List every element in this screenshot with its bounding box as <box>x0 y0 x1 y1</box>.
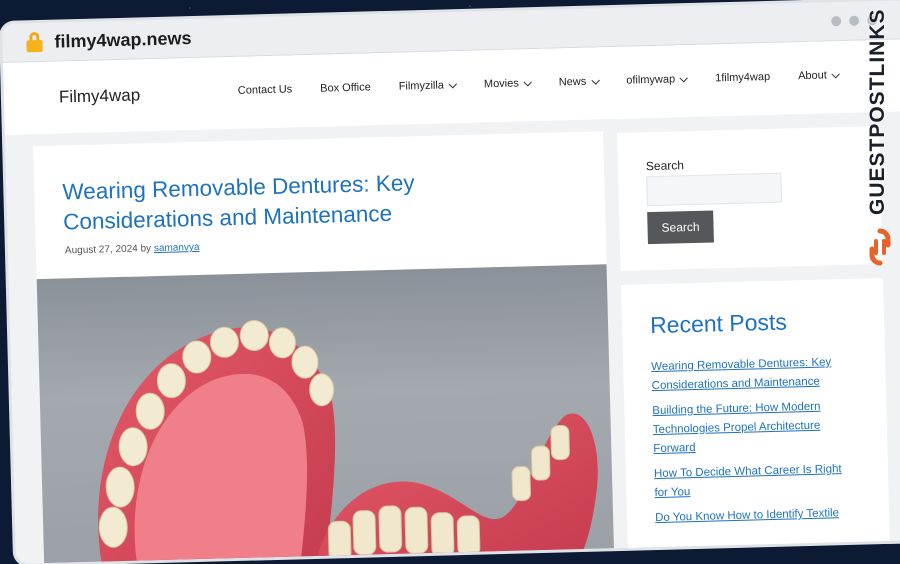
recent-post-link[interactable]: Wearing Removable Dentures: Key Consider… <box>651 356 831 392</box>
post-date: August 27, 2024 <box>64 243 138 257</box>
chevron-down-icon <box>523 77 532 86</box>
search-label: Search <box>645 158 685 174</box>
nav-movies[interactable]: Movies <box>470 77 545 91</box>
nav-label: About <box>797 69 828 83</box>
nav-contact-us[interactable]: Contact Us <box>224 83 307 97</box>
chevron-down-icon <box>448 79 458 88</box>
chevron-down-icon <box>679 73 689 82</box>
chevron-down-icon <box>831 69 841 78</box>
recent-post-link[interactable]: Do You Know How to Identify Textile <box>655 507 839 524</box>
author-link[interactable]: samanvya <box>154 242 200 254</box>
nav-label: 1filmy4wap <box>714 70 771 85</box>
recent-post-link[interactable]: Building the Future: How Modern Technolo… <box>652 401 820 455</box>
recent-post-link[interactable]: How To Decide What Career Is Right for Y… <box>654 463 842 499</box>
nav-label: Box Office <box>320 81 371 95</box>
recent-posts-title: Recent Posts <box>649 308 788 339</box>
recent-posts-list: Wearing Removable Dentures: Key Consider… <box>651 353 851 534</box>
web-page: Filmy4wap Contact Us Box Office Filmyzil… <box>3 39 900 564</box>
nav-news[interactable]: News <box>545 75 613 89</box>
list-item: How To Decide What Career Is Right for Y… <box>654 460 850 503</box>
list-item: Do You Know How to Identify Textile <box>655 504 850 528</box>
search-input[interactable] <box>646 172 782 207</box>
watermark-text: GUESTPOSTLINKS <box>866 8 889 215</box>
nav-about[interactable]: About <box>784 69 853 83</box>
dentures-image <box>98 320 598 564</box>
post-by: by <box>140 243 152 255</box>
link-logo-icon <box>869 228 891 266</box>
featured-image <box>36 264 615 564</box>
lock-icon <box>26 32 43 53</box>
search-widget: Search Search <box>617 126 883 271</box>
chevron-down-icon <box>590 75 600 85</box>
nav-ofilmywap[interactable]: ofilmywap <box>612 73 701 87</box>
nav-label: Filmyzilla <box>398 79 445 93</box>
post-title[interactable]: Wearing Removable Dentures: Key Consider… <box>62 165 543 238</box>
browser-window: filmy4wap.news Filmy4wap Contact Us Box … <box>2 0 900 564</box>
nav-label: Contact Us <box>237 83 293 97</box>
watermark: GUESTPOSTLINKS <box>862 8 900 275</box>
nav-1filmy4wap[interactable]: 1filmy4wap <box>701 71 784 85</box>
search-button[interactable]: Search <box>647 210 714 245</box>
main-nav: Contact Us Box Office Filmyzilla Movies … <box>224 69 853 97</box>
nav-label: News <box>558 75 587 89</box>
article: Wearing Removable Dentures: Key Consider… <box>33 131 615 564</box>
nav-filmyzilla[interactable]: Filmyzilla <box>385 79 471 93</box>
nav-label: ofilmywap <box>626 73 676 87</box>
address-bar[interactable]: filmy4wap.news <box>54 28 192 53</box>
nav-box-office[interactable]: Box Office <box>306 81 385 95</box>
nav-label: Movies <box>483 77 519 91</box>
site-logo[interactable]: Filmy4wap <box>59 85 141 107</box>
list-item: Wearing Removable Dentures: Key Consider… <box>651 353 847 396</box>
window-dot-icon[interactable] <box>831 16 842 27</box>
list-item: Building the Future: How Modern Technolo… <box>652 397 848 459</box>
post-meta: August 27, 2024 by samanvya <box>65 242 200 257</box>
recent-posts-widget: Recent Posts Wearing Removable Dentures:… <box>621 278 891 555</box>
window-dot-icon[interactable] <box>849 15 860 26</box>
